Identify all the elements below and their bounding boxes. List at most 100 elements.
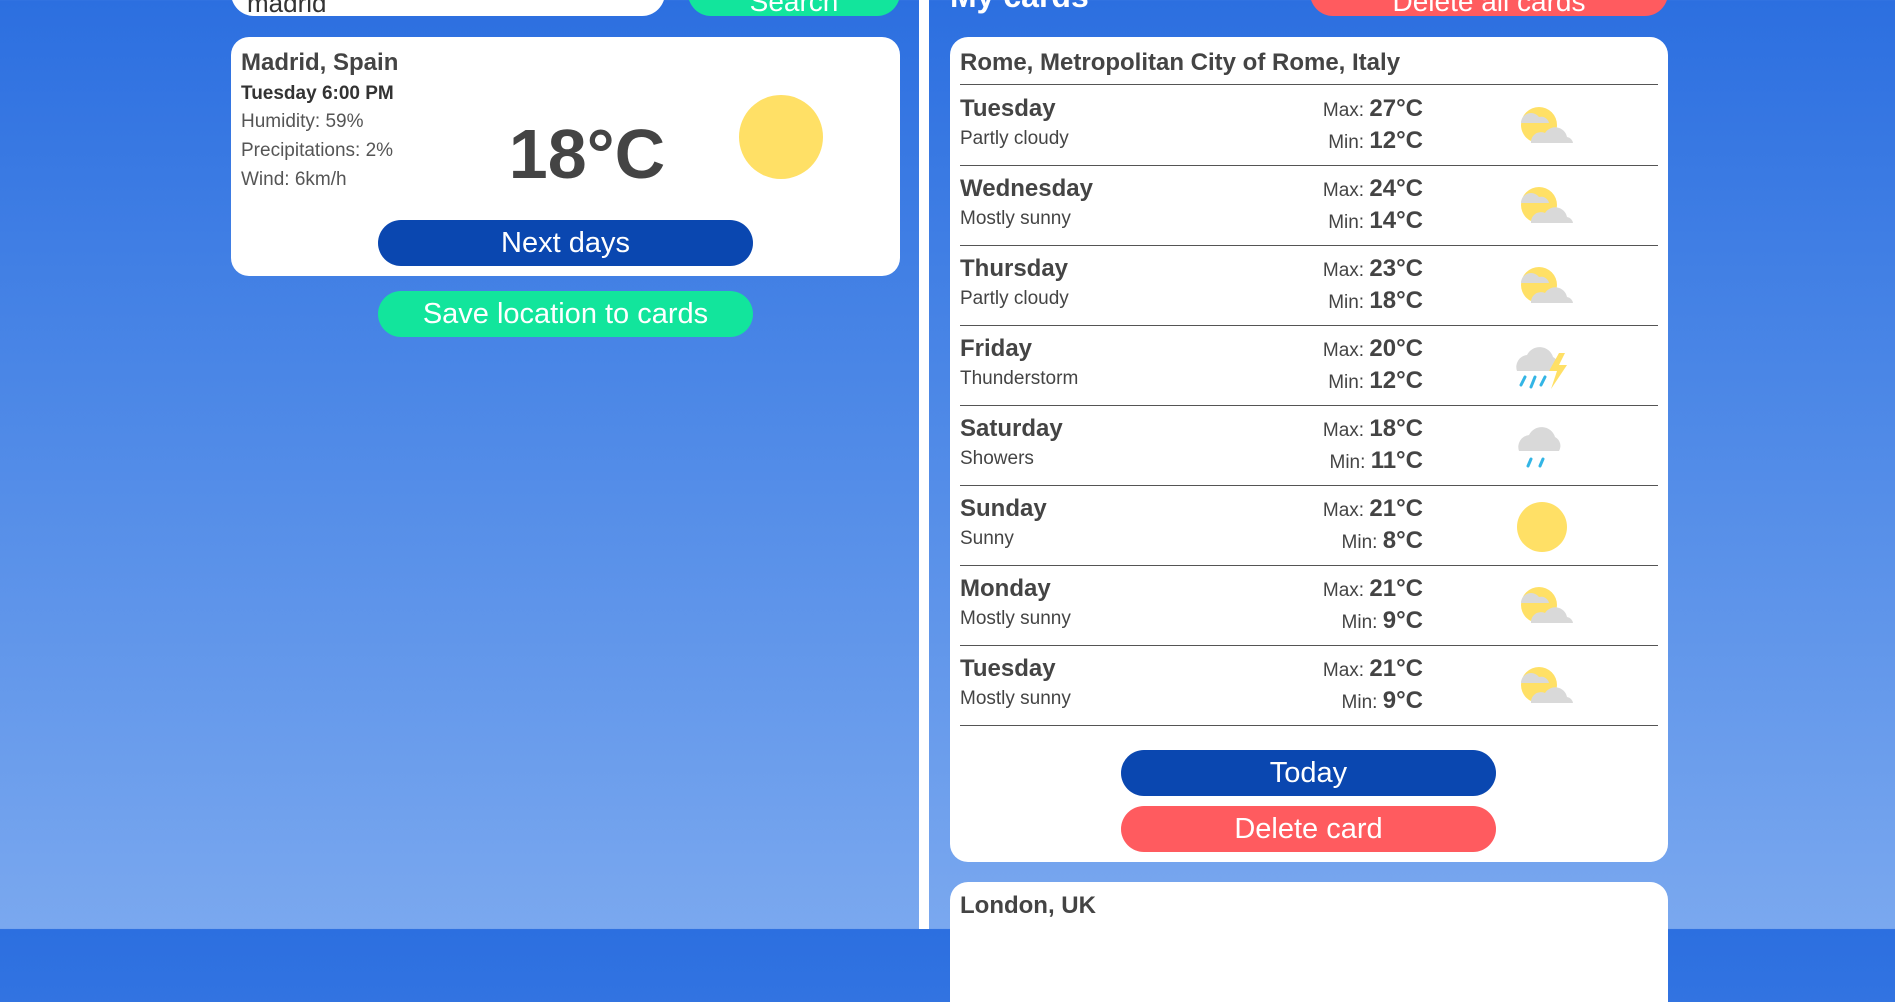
current-precipitations: Precipitations: 2%: [241, 140, 394, 161]
forecast-max: Max: 27°C: [1323, 95, 1423, 123]
forecast-day: Saturday: [960, 415, 1063, 442]
search-button[interactable]: Search: [688, 0, 900, 16]
forecast-max: Max: 20°C: [1323, 335, 1423, 363]
forecast-card-city: Rome, Metropolitan City of Rome, Italy: [960, 49, 1401, 76]
partly-cloudy-icon: [1509, 579, 1575, 635]
forecast-max: Max: 21°C: [1323, 495, 1423, 523]
max-prefix: Max:: [1322, 340, 1365, 361]
max-temperature: 18°C: [1369, 415, 1423, 442]
forecast-card-rome: Rome, Metropolitan City of Rome, Italy T…: [950, 37, 1668, 862]
delete-all-cards-button[interactable]: Delete all cards: [1310, 0, 1668, 16]
forecast-condition: Sunny: [960, 528, 1014, 549]
sun-icon: [739, 95, 823, 179]
min-prefix: Min:: [1341, 692, 1378, 713]
max-prefix: Max:: [1322, 100, 1365, 121]
max-temperature: 23°C: [1369, 255, 1423, 282]
min-temperature: 12°C: [1369, 367, 1423, 394]
forecast-card-london: London, UK: [950, 882, 1668, 1002]
forecast-condition: Showers: [960, 448, 1034, 469]
forecast-row: Tuesday Partly cloudy Max: 27°C Min: 12°C: [950, 85, 1668, 166]
min-prefix: Min:: [1328, 212, 1365, 233]
min-temperature: 14°C: [1369, 207, 1423, 234]
min-prefix: Min:: [1328, 372, 1365, 393]
max-temperature: 21°C: [1369, 575, 1423, 602]
forecast-min: Min: 11°C: [1330, 447, 1424, 475]
min-prefix: Min:: [1329, 452, 1366, 473]
max-prefix: Max:: [1322, 260, 1365, 281]
current-wind: Wind: 6km/h: [241, 169, 347, 190]
partly-cloudy-icon: [1509, 99, 1575, 155]
forecast-condition: Partly cloudy: [960, 288, 1069, 309]
partly-cloudy-icon: [1509, 179, 1575, 235]
min-prefix: Min:: [1328, 132, 1365, 153]
max-prefix: Max:: [1322, 580, 1365, 601]
min-prefix: Min:: [1341, 612, 1378, 633]
forecast-min: Min: 12°C: [1328, 127, 1423, 155]
current-temperature: 18°C: [508, 115, 666, 193]
forecast-day: Friday: [960, 335, 1033, 362]
forecast-day: Sunday: [960, 495, 1047, 522]
forecast-min: Min: 8°C: [1342, 527, 1423, 555]
sun-icon: [1509, 499, 1575, 555]
save-location-button[interactable]: Save location to cards: [378, 291, 753, 337]
forecast-min: Min: 12°C: [1328, 367, 1423, 395]
forecast-day: Tuesday: [960, 655, 1056, 682]
forecast-day: Thursday: [960, 255, 1069, 282]
min-temperature: 12°C: [1369, 127, 1423, 154]
delete-card-button[interactable]: Delete card: [1121, 806, 1496, 852]
max-temperature: 21°C: [1369, 655, 1423, 682]
search-input-value: madrid: [247, 0, 327, 16]
forecast-max: Max: 21°C: [1323, 655, 1423, 683]
max-prefix: Max:: [1322, 180, 1365, 201]
forecast-min: Min: 18°C: [1328, 287, 1423, 315]
min-temperature: 8°C: [1382, 527, 1423, 554]
max-prefix: Max:: [1322, 660, 1365, 681]
forecast-min: Min: 14°C: [1328, 207, 1423, 235]
forecast-max: Max: 18°C: [1323, 415, 1423, 443]
max-prefix: Max:: [1322, 420, 1365, 441]
forecast-row: Wednesday Mostly sunny Max: 24°C Min: 14°C: [950, 165, 1668, 246]
forecast-row: Friday Thunderstorm Max: 20°C Min: 12°C: [950, 325, 1668, 406]
forecast-row: Sunday Sunny Max: 21°C Min: 8°C: [950, 485, 1668, 566]
search-input[interactable]: madrid: [231, 0, 665, 16]
column-divider: [919, 0, 929, 929]
forecast-card-city: London, UK: [960, 892, 1096, 919]
min-prefix: Min:: [1341, 532, 1378, 553]
current-city: Madrid, Spain: [241, 49, 399, 76]
showers-icon: [1509, 419, 1575, 475]
max-temperature: 27°C: [1369, 95, 1423, 122]
forecast-row: Thursday Partly cloudy Max: 23°C Min: 18°C: [950, 245, 1668, 326]
partly-cloudy-icon: [1509, 259, 1575, 315]
forecast-row: Saturday Showers Max: 18°C Min: 11°C: [950, 405, 1668, 486]
forecast-max: Max: 21°C: [1323, 575, 1423, 603]
row-divider: [960, 725, 1658, 726]
current-datetime: Tuesday 6:00 PM: [241, 83, 394, 104]
forecast-condition: Thunderstorm: [960, 368, 1079, 389]
max-temperature: 24°C: [1369, 175, 1423, 202]
forecast-min: Min: 9°C: [1342, 607, 1423, 635]
forecast-row: Monday Mostly sunny Max: 21°C Min: 9°C: [950, 565, 1668, 646]
max-temperature: 21°C: [1369, 495, 1423, 522]
forecast-day: Wednesday: [960, 175, 1093, 202]
min-temperature: 9°C: [1382, 607, 1423, 634]
forecast-max: Max: 23°C: [1323, 255, 1423, 283]
forecast-condition: Mostly sunny: [960, 608, 1071, 629]
max-temperature: 20°C: [1369, 335, 1423, 362]
today-button[interactable]: Today: [1121, 750, 1496, 796]
my-cards-title: My cards: [950, 0, 1089, 12]
forecast-max: Max: 24°C: [1323, 175, 1423, 203]
forecast-condition: Mostly sunny: [960, 688, 1071, 709]
forecast-condition: Mostly sunny: [960, 208, 1071, 229]
forecast-min: Min: 9°C: [1342, 687, 1423, 715]
min-temperature: 11°C: [1370, 447, 1423, 474]
current-humidity: Humidity: 59%: [241, 111, 364, 132]
thunderstorm-icon: [1509, 339, 1575, 395]
max-prefix: Max:: [1322, 500, 1365, 521]
forecast-row: Tuesday Mostly sunny Max: 21°C Min: 9°C: [950, 645, 1668, 726]
forecast-condition: Partly cloudy: [960, 128, 1069, 149]
current-weather-card: Madrid, Spain Tuesday 6:00 PM Humidity: …: [231, 37, 900, 276]
min-temperature: 18°C: [1369, 287, 1423, 314]
next-days-button[interactable]: Next days: [378, 220, 753, 266]
forecast-day: Monday: [960, 575, 1051, 602]
partly-cloudy-icon: [1509, 659, 1575, 715]
